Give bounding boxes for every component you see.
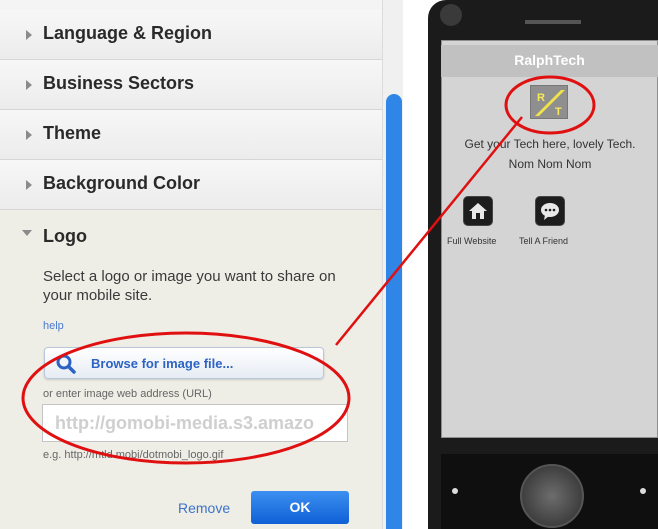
annotation-overlay <box>21 75 596 465</box>
annotation-connector-line <box>335 116 523 346</box>
annotation-circle-upload <box>21 331 351 465</box>
annotation-circle-logo <box>504 75 596 135</box>
